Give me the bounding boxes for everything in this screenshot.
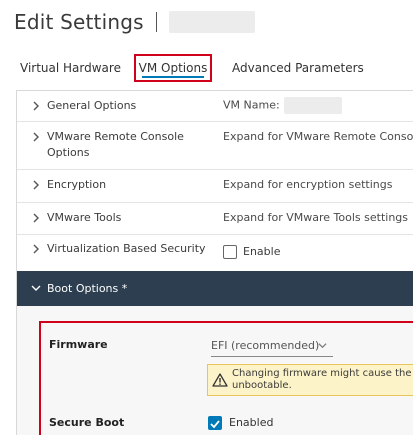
section-encryption[interactable]: Encryption Expand for encryption setting…	[17, 169, 413, 203]
section-label: VMware Tools	[47, 211, 122, 224]
checkmark-icon	[210, 420, 220, 429]
chevron-down-icon	[318, 343, 327, 349]
firmware-label: Firmware	[49, 338, 108, 351]
warning-text: Changing firmware might cause the instal…	[232, 368, 413, 392]
firmware-warning: Changing firmware might cause the instal…	[207, 364, 413, 396]
vm-name-label: VM Name:	[223, 98, 280, 112]
section-vmware-tools[interactable]: VMware Tools Expand for VMware Tools set…	[17, 202, 413, 235]
firmware-select-value: EFI (recommended)	[211, 339, 320, 352]
tab-virtual-hardware[interactable]: Virtual Hardware	[20, 54, 121, 82]
vm-options-panel: General Options VM Name: VMware Remote C…	[16, 90, 413, 435]
highlight-box: Firmware EFI (recommended) Changing firm…	[39, 321, 413, 435]
chevron-right-icon[interactable]	[31, 244, 41, 254]
section-general-options[interactable]: General Options VM Name:	[17, 91, 413, 122]
section-boot-options[interactable]: Boot Options *	[17, 271, 413, 306]
warning-icon	[212, 373, 228, 387]
section-label: Virtualization Based Security	[47, 242, 206, 255]
warning-text-line1: Changing firmware might cause the instal…	[232, 368, 413, 379]
section-label: Encryption	[47, 178, 107, 191]
vm-name-redacted	[168, 11, 255, 33]
boot-options-title: Boot Options *	[47, 282, 128, 295]
chevron-right-icon[interactable]	[31, 180, 41, 190]
vbs-enable-checkbox[interactable]	[223, 245, 237, 259]
vbs-enable-label: Enable	[243, 245, 281, 258]
section-label: General Options	[47, 99, 137, 112]
secure-boot-label: Secure Boot	[49, 416, 125, 429]
section-value: Expand for VMware Remote Console	[223, 130, 413, 143]
vm-name-redacted-field	[283, 97, 342, 114]
section-value: VM Name:	[223, 97, 342, 114]
section-value: Expand for VMware Tools settings	[223, 211, 409, 224]
tab-vm-options[interactable]: VM Options	[134, 54, 212, 82]
title-divider	[155, 12, 157, 32]
chevron-right-icon[interactable]	[31, 101, 41, 111]
warning-text-line2: unbootable.	[232, 380, 292, 391]
section-value: Expand for encryption settings	[223, 178, 393, 191]
firmware-select[interactable]: EFI (recommended)	[211, 338, 333, 357]
secure-boot-value: Enabled	[229, 416, 274, 429]
section-label: VMware Remote Console Options	[47, 130, 184, 159]
section-vbs[interactable]: Virtualization Based Security Enable	[17, 234, 413, 271]
chevron-down-icon[interactable]	[31, 283, 41, 293]
chevron-right-icon[interactable]	[31, 213, 41, 223]
page-title: Edit Settings	[14, 10, 144, 34]
tab-bar: Virtual Hardware VM Options Advanced Par…	[0, 54, 413, 84]
active-tab-underline	[142, 76, 204, 78]
tab-vm-options-label: VM Options	[138, 61, 208, 75]
page-header: Edit Settings	[14, 8, 255, 36]
section-remote-console[interactable]: VMware Remote Console Options Expand for…	[17, 121, 413, 170]
boot-options-body: Firmware EFI (recommended) Changing firm…	[17, 306, 413, 435]
tab-advanced-parameters[interactable]: Advanced Parameters	[232, 54, 364, 82]
secure-boot-checkbox[interactable]	[208, 416, 222, 430]
chevron-right-icon[interactable]	[31, 132, 41, 142]
